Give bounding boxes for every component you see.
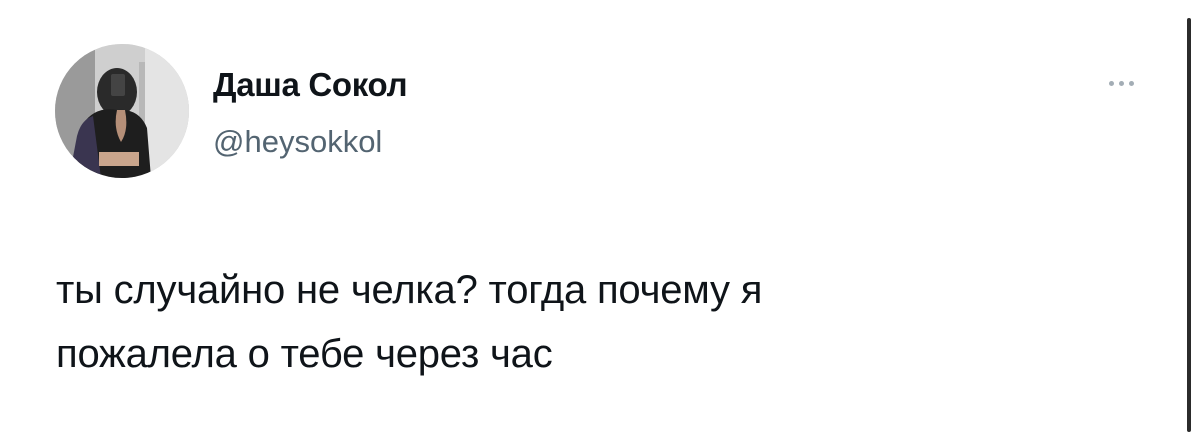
author-handle[interactable]: @heysokkol <box>213 124 382 160</box>
avatar-photo-icon <box>55 44 189 178</box>
tweet-text-line: ты случайно не челка? тогда почему я <box>56 268 763 312</box>
tweet-card: Даша Сокол @heysokkol ты случайно не чел… <box>0 0 1202 432</box>
more-options-button[interactable] <box>1096 72 1146 94</box>
tweet-text-line: пожалела о тебе через час <box>56 332 553 376</box>
scrollbar[interactable] <box>1187 18 1191 432</box>
more-horizontal-icon <box>1118 80 1124 86</box>
avatar[interactable] <box>55 44 189 178</box>
more-horizontal-icon <box>1128 80 1134 86</box>
more-horizontal-icon <box>1108 80 1114 86</box>
tweet-text: ты случайно не челка? тогда почему я пож… <box>56 258 1136 386</box>
author-display-name[interactable]: Даша Сокол <box>213 66 408 104</box>
